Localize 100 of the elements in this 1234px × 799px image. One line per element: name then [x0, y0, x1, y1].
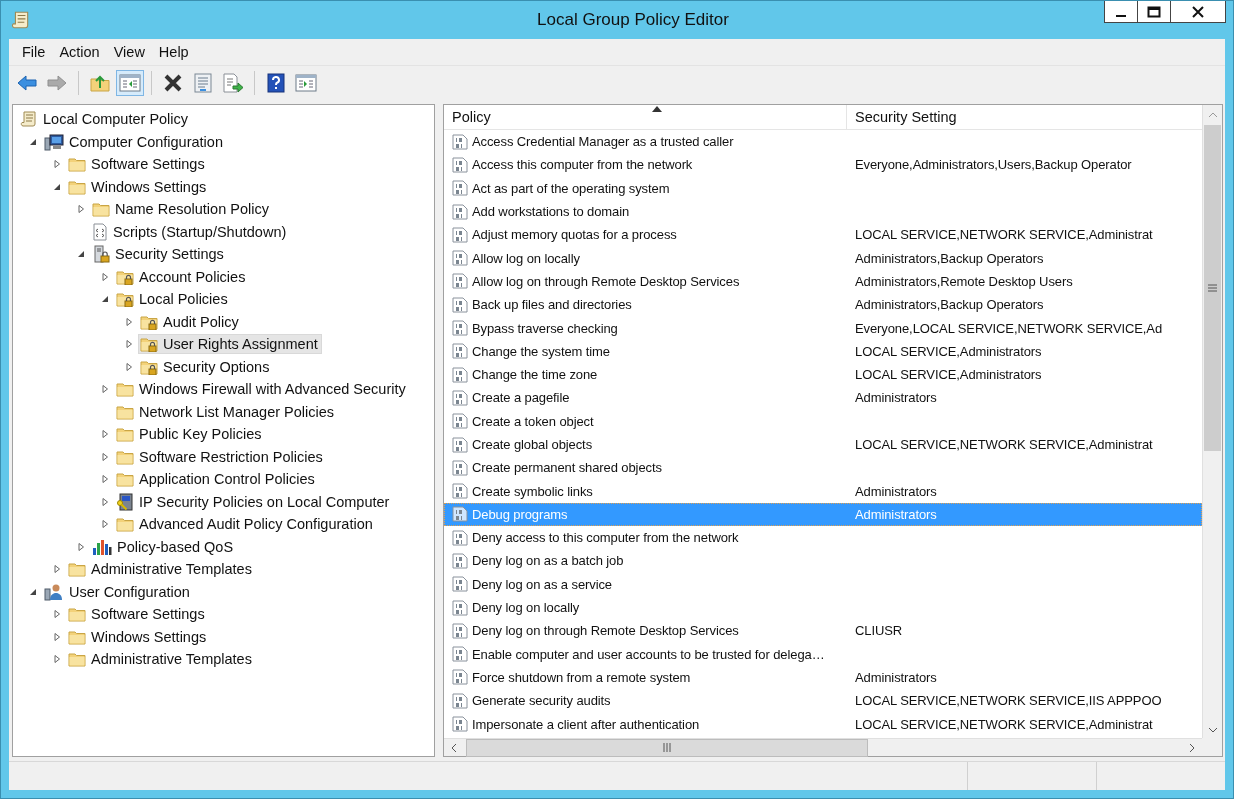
tree-item[interactable]: Administrative Templates — [66, 649, 256, 670]
tree-item[interactable]: User Configuration — [42, 580, 194, 603]
folder-icon — [68, 651, 86, 668]
menu-item[interactable]: Action — [52, 42, 107, 62]
policy-row[interactable]: Allow log on locally Administrators,Backup Operators — [444, 246, 1202, 270]
folder-icon — [116, 448, 134, 465]
table-cell: Back up files and directories — [472, 297, 632, 313]
policy-row[interactable]: Access Credential Manager as a trusted caller — [444, 130, 1202, 154]
tree-item[interactable]: Software Settings — [66, 154, 209, 175]
window-title: Local Group Policy Editor — [536, 10, 730, 30]
scroll-up-icon[interactable] — [1207, 111, 1218, 119]
table-cell: Create permanent shared objects — [472, 460, 662, 476]
tree-item[interactable]: Name Resolution Policy — [90, 199, 273, 220]
policy-row[interactable]: Allow log on through Remote Desktop Services Administrators,Remote Desktop Users — [444, 269, 1202, 294]
tree-item[interactable]: Account Policies — [114, 266, 250, 287]
table-cell: CLIUSR — [855, 623, 903, 639]
show-tree-button[interactable] — [116, 70, 144, 96]
table-cell: Deny log on locally — [472, 600, 580, 616]
scroll-thumb[interactable] — [466, 738, 868, 757]
locked-folder-icon — [116, 291, 134, 308]
horizontal-scrollbar[interactable] — [444, 738, 1202, 756]
policy-row[interactable]: Add workstations to domain — [444, 199, 1202, 224]
tree-item[interactable]: IP Security Policies on Local Computer — [114, 490, 394, 513]
table-cell: LOCAL SERVICE,NETWORK SERVICE,Administrat — [855, 437, 1153, 452]
locked-folder-icon — [116, 268, 134, 285]
policy-row[interactable]: Create permanent shared objects — [444, 456, 1202, 480]
tree-item[interactable]: Windows Firewall with Advanced Security — [114, 379, 410, 400]
tree-item[interactable]: Audit Policy — [138, 311, 243, 332]
tree-item[interactable]: Windows Settings — [66, 176, 211, 197]
minimize-button[interactable] — [1104, 1, 1138, 23]
policy-row[interactable]: Impersonate a client after authentication LOCAL SERVICE,NETWORK SERVICE,Administrat — [444, 712, 1202, 736]
tree-item[interactable]: Application Control Policies — [114, 469, 319, 490]
vertical-scrollbar[interactable] — [1202, 105, 1222, 738]
policy-row[interactable]: Act as part of the operating system — [444, 176, 1202, 200]
policy-row[interactable]: Deny access to this computer from the network — [444, 526, 1202, 550]
policy-row[interactable]: Deny log on as a batch job — [444, 549, 1202, 573]
policy-row[interactable]: Bypass traverse checking Everyone,LOCAL SERVICE,NETWORK SERVICE,Ad — [444, 316, 1202, 340]
scroll-down-icon[interactable] — [1207, 726, 1218, 734]
menu-item[interactable]: Help — [151, 42, 196, 62]
tree-item[interactable]: Administrative Templates — [66, 559, 256, 580]
policy-icon — [452, 483, 468, 500]
policy-icon — [452, 203, 468, 220]
policy-icon — [452, 716, 468, 733]
policy-icon — [452, 226, 468, 243]
policy-row[interactable]: Create symbolic links Administrators — [444, 479, 1202, 503]
folder-icon — [116, 403, 134, 420]
folder-icon — [68, 561, 86, 578]
policy-row[interactable]: Change the time zone LOCAL SERVICE,Administrators — [444, 362, 1202, 387]
tree-item[interactable]: Local Computer Policy — [18, 108, 193, 131]
policy-icon — [452, 506, 468, 523]
policy-row[interactable]: Deny log on through Remote Desktop Services CLIUSR — [444, 619, 1202, 643]
menu-item[interactable]: View — [106, 42, 152, 62]
tree-item[interactable]: Public Key Policies — [114, 424, 266, 445]
policy-icon — [452, 296, 468, 313]
locked-folder-icon — [140, 313, 158, 330]
maximize-button[interactable] — [1137, 1, 1171, 23]
policy-row[interactable]: Enable computer and user accounts to be trusted for delega… — [444, 642, 1202, 666]
table-cell: LOCAL SERVICE,NETWORK SERVICE,Administrat — [855, 227, 1153, 243]
policy-row[interactable]: Change the system time LOCAL SERVICE,Administrators — [444, 339, 1202, 363]
tree-item[interactable]: Local Policies — [114, 289, 232, 310]
tree-item[interactable]: Software Restriction Policies — [114, 446, 327, 467]
scroll-left-icon[interactable] — [450, 742, 458, 753]
table-cell: LOCAL SERVICE,NETWORK SERVICE,Administrat — [855, 716, 1153, 732]
column-header[interactable]: Policy — [444, 105, 847, 129]
tree-item[interactable]: Network List Manager Policies — [114, 401, 339, 422]
tree-item[interactable]: Windows Settings — [66, 626, 211, 647]
table-cell: Act as part of the operating system — [472, 180, 670, 196]
policy-icon — [452, 669, 468, 686]
table-cell: Force shutdown from a remote system — [472, 669, 691, 685]
policy-row[interactable]: Create global objects LOCAL SERVICE,NETWORK SERVICE,Administrat — [444, 432, 1202, 457]
policy-row[interactable]: Access this computer from the network Everyone,Administrators,Users,Backup Operator — [444, 153, 1202, 177]
folder-icon — [68, 178, 86, 195]
policy-row[interactable]: Force shutdown from a remote system Administrators — [444, 665, 1202, 690]
maximize-icon — [1147, 5, 1161, 18]
policy-row[interactable]: Deny log on locally — [444, 595, 1202, 620]
tree-item[interactable]: Computer Configuration — [42, 130, 227, 153]
policy-row[interactable]: Create a token object — [444, 409, 1202, 433]
table-cell: Deny log on as a batch job — [472, 553, 624, 569]
tree-item[interactable]: Advanced Audit Policy Configuration — [114, 514, 377, 535]
policy-icon — [452, 343, 468, 360]
minimize-icon — [1116, 14, 1126, 17]
policy-row[interactable]: Generate security audits LOCAL SERVICE,NETWORK SERVICE,IIS APPPOO — [444, 689, 1202, 713]
tree-item[interactable]: Policy-based QoS — [90, 535, 238, 558]
tree-item[interactable]: Software Settings — [66, 604, 209, 625]
policy-row[interactable]: Adjust memory quotas for a process LOCAL SERVICE,NETWORK SERVICE,Administrat — [444, 223, 1202, 247]
policy-row[interactable]: Deny log on as a service — [444, 572, 1202, 596]
table-cell: Administrators — [855, 390, 937, 406]
policy-row[interactable]: Back up files and directories Administrators,Backup Operators — [444, 293, 1202, 317]
scroll-right-icon[interactable] — [1188, 742, 1196, 753]
tree-item[interactable]: Security Settings — [90, 243, 228, 266]
user-icon — [44, 582, 64, 601]
tree-item[interactable]: Security Options — [138, 356, 274, 377]
scroll-thumb[interactable] — [1204, 125, 1221, 451]
policy-row[interactable]: Create a pagefile Administrators — [444, 386, 1202, 410]
tree-item[interactable]: User Rights Assignment — [138, 334, 322, 355]
close-button[interactable] — [1170, 1, 1226, 23]
table-cell: Everyone,LOCAL SERVICE,NETWORK SERVICE,Ad — [855, 320, 1163, 336]
menu-item[interactable]: File — [15, 42, 53, 62]
tree-item[interactable]: Scripts (Startup/Shutdown) — [90, 220, 291, 243]
column-header[interactable]: Security Setting — [847, 105, 1202, 129]
